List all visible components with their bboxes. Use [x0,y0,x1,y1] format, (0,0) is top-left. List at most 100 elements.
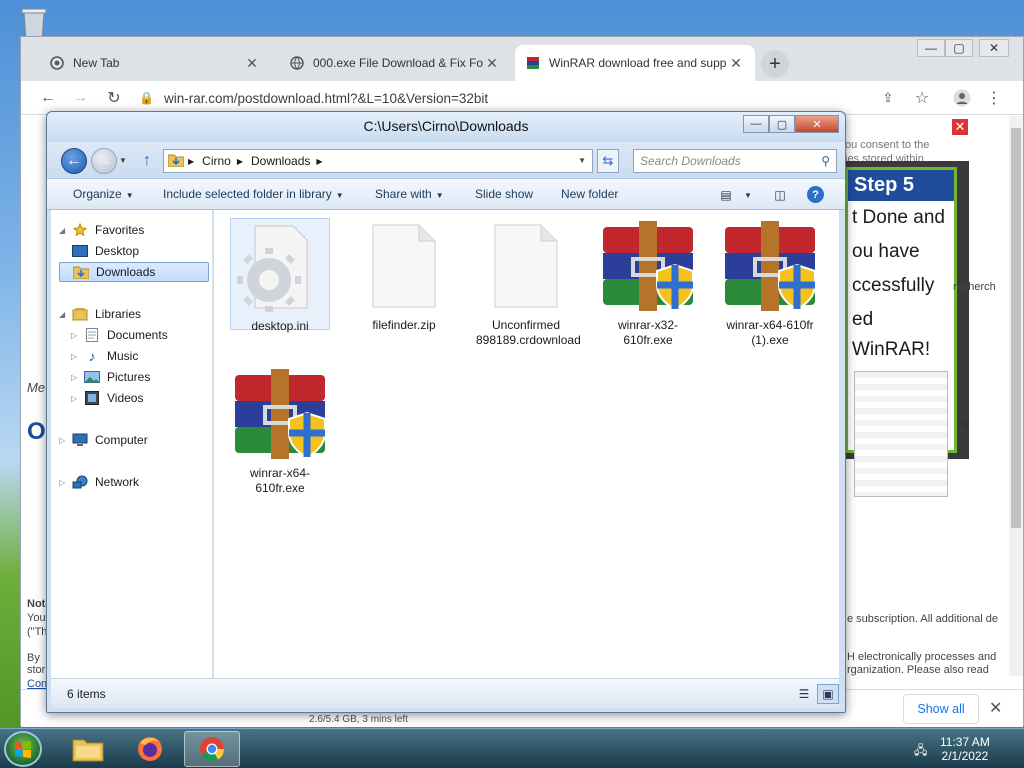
explorer-titlebar[interactable]: C:\Users\Cirno\Downloads — ▢ ✕ [47,112,845,142]
network-tray-icon[interactable]: 🖧 [914,741,927,762]
nav-desktop[interactable]: Desktop [71,241,139,261]
reload-icon[interactable]: ↻ [103,87,125,109]
address-bar[interactable]: 🔒 win-rar.com/postdownload.html?&L=10&Ve… [139,86,879,110]
nav-documents[interactable]: ▷ Documents [71,325,168,345]
new-tab-button[interactable]: + [761,50,789,78]
file-item[interactable]: desktop.ini [230,218,330,333]
explorer-taskbar-icon[interactable] [60,731,116,767]
nav-network[interactable]: ▷ Network [59,472,139,492]
nav-downloads[interactable]: Downloads [59,262,209,282]
nav-computer[interactable]: ▷ Computer [59,430,148,450]
nav-libraries[interactable]: ◢ Libraries [59,304,141,324]
tab-000exe[interactable]: 000.exe File Download & Fix For ✕ [279,45,511,81]
pictures-icon [83,369,101,385]
breadcrumb-item[interactable]: Downloads [251,154,310,168]
expand-arrow-icon[interactable]: ▷ [71,373,83,382]
ad-step-heading: Step 5 [848,170,954,201]
expand-arrow-icon[interactable]: ◢ [59,226,71,235]
chrome-favicon-icon [49,55,65,71]
nav-pictures[interactable]: ▷ Pictures [71,367,150,387]
organize-menu[interactable]: Organize ▼ [73,187,134,201]
chevron-down-icon[interactable]: ▼ [737,185,759,205]
back-button[interactable]: ← [61,148,87,174]
change-view-icon[interactable]: ▤ [715,185,737,205]
tab-winrar[interactable]: WinRAR download free and supp ✕ [515,45,755,81]
show-all-button[interactable]: Show all [903,694,979,724]
left-fragment: Me [27,380,46,395]
details-view-icon[interactable]: ☰ [793,684,815,704]
ad-screenshot [854,371,948,497]
menu-kebab-icon[interactable]: ⋮ [983,87,1005,109]
back-arrow-icon[interactable]: ← [37,87,59,109]
nav-videos[interactable]: ▷ Videos [71,388,143,408]
refresh-icon[interactable]: ⇆ [597,149,619,173]
maximize-button[interactable]: ▢ [945,39,973,57]
share-with-menu[interactable]: Share with ▼ [375,187,444,201]
bookmark-star-icon[interactable]: ☆ [911,87,933,109]
expand-arrow-icon[interactable]: ▷ [59,436,71,445]
close-tab-icon[interactable]: ✕ [727,55,745,72]
tab-label: 000.exe File Download & Fix For [313,56,483,70]
expand-arrow-icon[interactable]: ▷ [71,352,83,361]
large-icons-view-icon[interactable]: ▣ [817,684,839,704]
clock-date: 2/1/2022 [941,749,989,763]
new-folder-button[interactable]: New folder [561,187,618,201]
search-input[interactable]: Search Downloads ⚲ [633,149,837,173]
close-window-button[interactable]: ✕ [979,39,1009,57]
profile-avatar-icon[interactable] [951,87,973,109]
nav-music[interactable]: ▷ ♪ Music [71,346,138,366]
minimize-button[interactable]: — [917,39,945,57]
maximize-button[interactable]: ▢ [769,115,795,133]
minimize-button[interactable]: — [743,115,769,133]
downloads-folder-icon [168,154,184,167]
right-text-line: rganization. Please also read [847,664,989,676]
network-icon [71,474,89,490]
file-item[interactable]: winrar-x64-610fr.exe [230,366,330,496]
chevron-right-icon[interactable]: ▶ [188,157,194,166]
close-ad-icon[interactable]: ✕ [951,118,969,136]
forward-arrow-icon[interactable]: → [69,87,91,109]
blank-file-icon [478,218,574,314]
page-scrollbar[interactable] [1009,116,1023,676]
file-name: winrar-x32-610fr.exe [617,318,678,347]
file-item[interactable]: filefinder.zip [354,218,454,333]
up-arrow-icon[interactable]: ↑ [143,152,151,170]
download-progress-text: 2.6/5.4 GB, 3 mins left [309,714,408,725]
recent-pages-dropdown-icon[interactable]: ▼ [119,156,127,165]
preview-pane-icon[interactable]: ◫ [769,185,791,205]
chevron-right-icon[interactable]: ▶ [316,157,322,166]
left-fragment: You [27,612,46,624]
start-button[interactable] [4,731,42,767]
chevron-right-icon[interactable]: ▶ [237,157,243,166]
expand-arrow-icon[interactable]: ◢ [59,310,71,319]
file-name: winrar-x64-610fr (1).exe [726,318,814,347]
firefox-taskbar-icon[interactable] [122,731,178,767]
tab-label: New Tab [73,56,120,70]
share-icon[interactable]: ⇪ [877,87,899,109]
file-item[interactable]: winrar-x64-610fr (1).exe [720,218,820,348]
file-item[interactable]: Unconfirmed 898189.crdownload [476,218,581,348]
search-placeholder: Search Downloads [640,154,741,168]
expand-arrow-icon[interactable]: ▷ [71,331,83,340]
clock[interactable]: 11:37 AM 2/1/2022 [940,735,990,763]
close-tab-icon[interactable]: ✕ [483,55,501,72]
nav-favorites[interactable]: ◢ Favorites [59,220,144,240]
close-download-bar-icon[interactable]: ✕ [989,698,1002,718]
breadcrumb-bar[interactable]: ▶ Cirno ▶ Downloads ▶ ▼ [163,149,593,173]
close-button[interactable]: ✕ [795,115,839,133]
expand-arrow-icon[interactable]: ▷ [71,394,83,403]
expand-arrow-icon[interactable]: ▷ [59,478,71,487]
tab-new-tab[interactable]: New Tab ✕ [39,45,271,81]
ad-line: ou have [852,241,920,262]
slide-show-button[interactable]: Slide show [475,187,533,201]
chevron-down-icon[interactable]: ▼ [578,156,586,165]
help-icon[interactable]: ? [807,186,824,203]
breadcrumb-item[interactable]: Cirno [202,154,231,168]
close-tab-icon[interactable]: ✕ [243,55,261,72]
forward-button[interactable]: → [91,148,117,174]
chrome-taskbar-icon[interactable] [184,731,240,767]
downloads-folder-icon [72,264,90,280]
include-in-library-menu[interactable]: Include selected folder in library ▼ [163,187,344,201]
file-item[interactable]: winrar-x32-610fr.exe [598,218,698,348]
winrar-installer-icon [722,218,818,314]
